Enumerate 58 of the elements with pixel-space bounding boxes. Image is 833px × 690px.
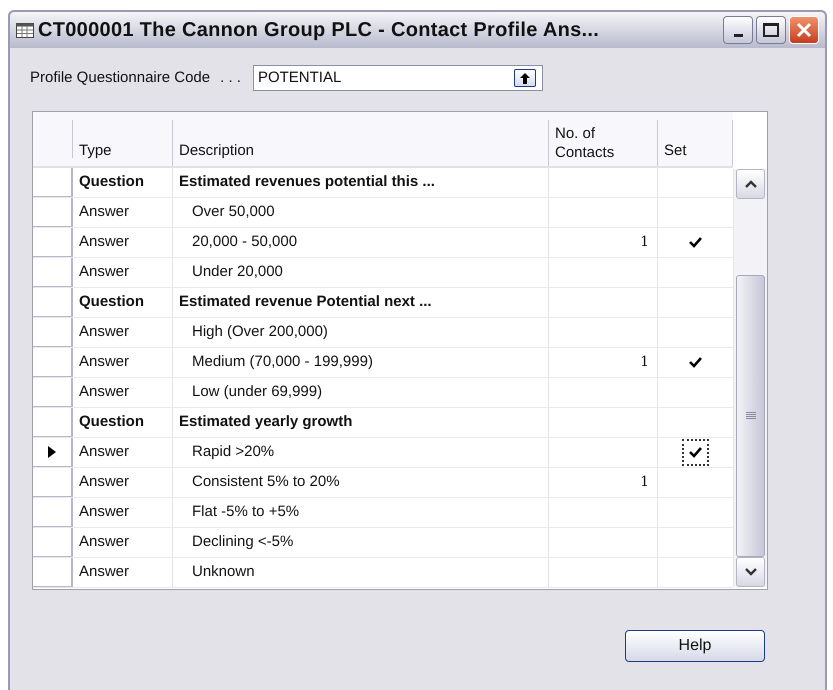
table-cell: Declining <-5% <box>173 528 549 557</box>
leader-dots: . . . <box>220 68 241 88</box>
table-cell: Answer <box>73 228 173 257</box>
scrollbar[interactable] <box>733 169 767 587</box>
code-field[interactable]: POTENTIAL <box>252 65 543 91</box>
close-icon <box>796 22 812 38</box>
table-cell: Answer <box>73 258 173 287</box>
window-title: CT000001 The Cannon Group PLC - Contact Profile Ans... <box>38 18 600 43</box>
table-cell: Answer <box>73 378 173 407</box>
table-cell: Question <box>73 408 173 437</box>
table-cell: High (Over 200,000) <box>173 318 549 347</box>
table-cell: Answer <box>73 498 173 527</box>
column-header[interactable]: Set <box>658 120 733 166</box>
table-cell: Answer <box>73 528 173 557</box>
up-caret-icon <box>744 180 756 188</box>
scroll-down-button[interactable] <box>736 557 765 587</box>
table-cell: 1 <box>549 468 658 497</box>
table-cell: Medium (70,000 - 199,999) <box>173 348 549 377</box>
table-icon <box>16 22 34 38</box>
up-arrow-icon <box>520 72 530 84</box>
table-cell: Answer <box>73 348 173 377</box>
table-cell: Consistent 5% to 20% <box>173 468 549 497</box>
table-cell: Rapid >20% <box>173 438 549 467</box>
table-cell: Answer <box>73 198 173 227</box>
table-cell: Unknown <box>173 558 549 587</box>
table-cell: Over 50,000 <box>173 198 549 227</box>
table-cell: Flat -5% to +5% <box>173 498 549 527</box>
lookup-button[interactable] <box>514 69 536 87</box>
table-cell: 20,000 - 50,000 <box>173 228 549 257</box>
maximize-button[interactable] <box>756 16 786 44</box>
close-button[interactable] <box>789 16 819 44</box>
table-cell: Under 20,000 <box>173 258 549 287</box>
help-button[interactable]: Help <box>625 630 765 662</box>
table-cell: Estimated revenue Potential next ... <box>173 288 549 317</box>
column-header[interactable]: Description <box>173 120 549 166</box>
table-cell: Estimated revenues potential this ... <box>173 168 549 197</box>
column-header[interactable]: No. of Contacts <box>549 120 658 166</box>
table-cell: Low (under 69,999) <box>173 378 549 407</box>
table-cell: Question <box>73 288 173 317</box>
table-cell: Answer <box>73 438 173 467</box>
minimize-icon <box>734 34 742 37</box>
table-cell: 1 <box>549 348 658 377</box>
table-cell: 1 <box>549 228 658 257</box>
scroll-up-button[interactable] <box>736 169 765 199</box>
current-row-icon <box>48 446 56 458</box>
scroll-thumb[interactable] <box>736 275 765 557</box>
minimize-button[interactable] <box>723 16 753 44</box>
field-label: Profile Questionnaire Code <box>30 68 210 88</box>
row-selector[interactable] <box>33 438 73 467</box>
table-cell: Answer <box>73 318 173 347</box>
column-header[interactable]: Type <box>73 120 173 166</box>
table-cell: Question <box>73 168 173 197</box>
maximize-icon <box>763 23 779 37</box>
table-cell: Answer <box>73 468 173 497</box>
table-cell: Estimated yearly growth <box>173 408 549 437</box>
table-cell: Answer <box>73 558 173 587</box>
grip-icon <box>746 412 756 420</box>
down-caret-icon <box>744 568 756 576</box>
